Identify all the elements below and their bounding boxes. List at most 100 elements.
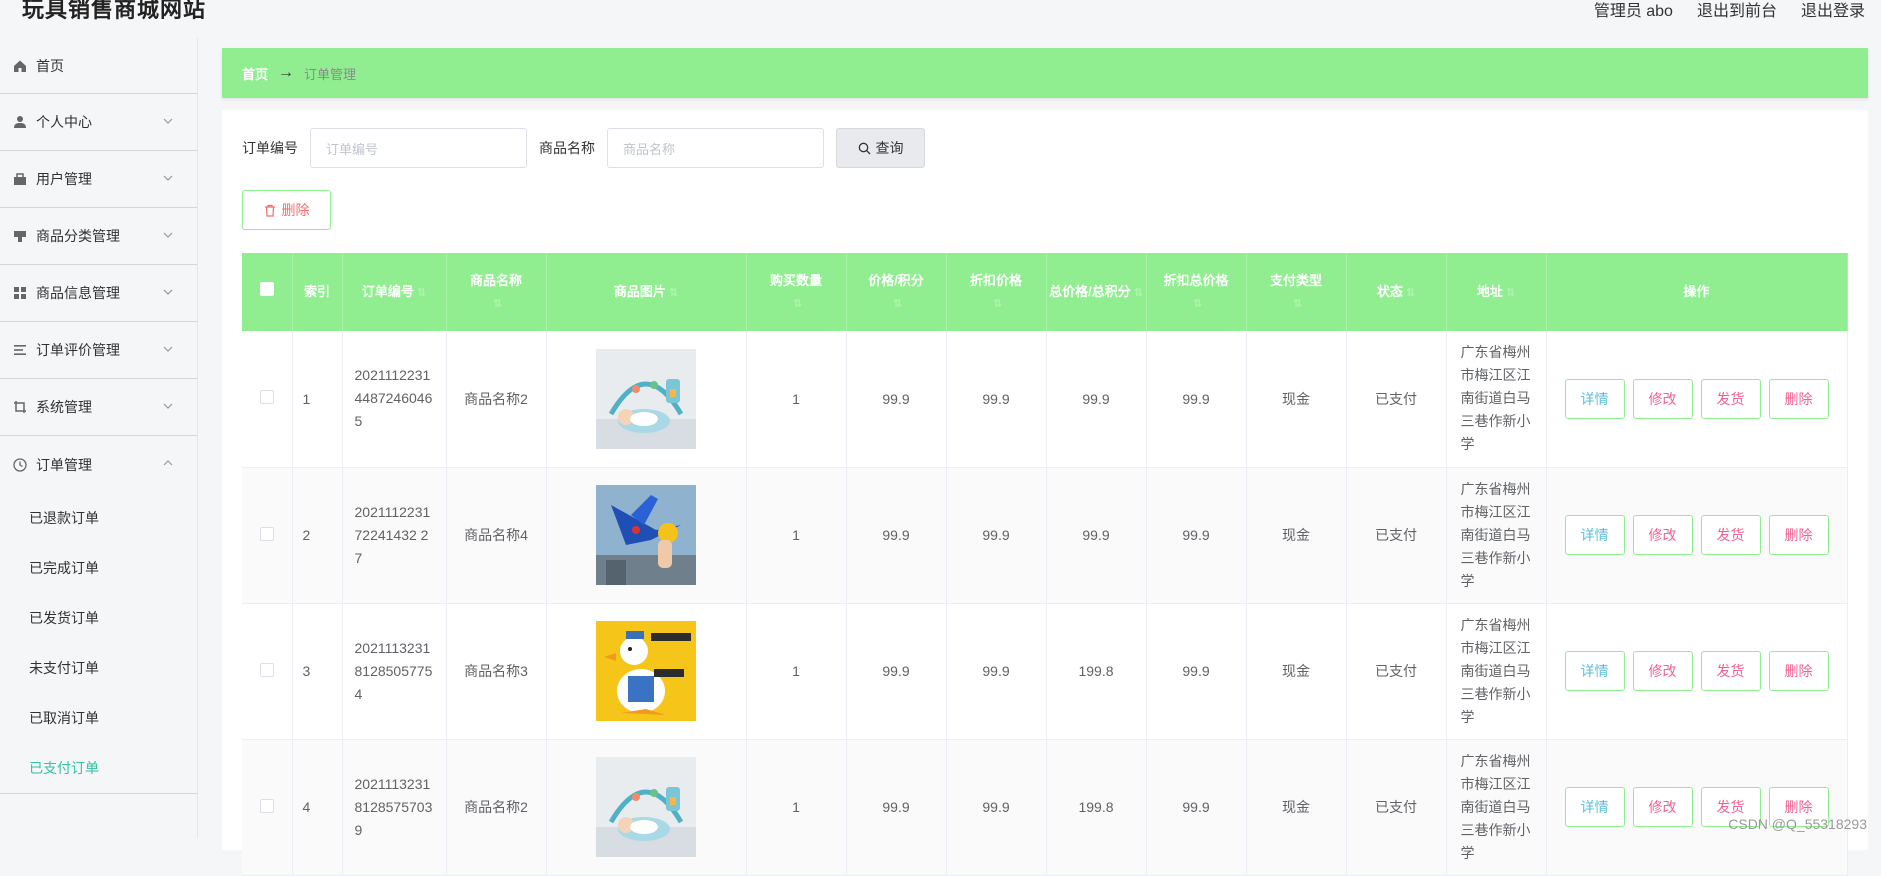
column-header[interactable]: 总价格/总积分⇅ (1046, 253, 1146, 331)
edit-button[interactable]: 修改 (1633, 379, 1693, 419)
discount-total-cell: 99.9 (1146, 467, 1246, 603)
order-no-input[interactable]: 订单编号 (310, 128, 527, 168)
sort-icon[interactable]: ⇅ (669, 287, 678, 299)
sort-icon[interactable]: ⇅ (417, 287, 426, 299)
row-checkbox[interactable] (260, 390, 274, 404)
product-name-cell: 商品名称3 (446, 603, 546, 739)
product-image (596, 485, 696, 585)
sidebar-item-user-management[interactable]: 用户管理 (0, 151, 197, 208)
address-cell: 广东省梅州市梅江区江南街道白马三巷作新小学 (1446, 331, 1546, 467)
column-header[interactable]: 支付类型⇅ (1246, 253, 1346, 331)
address-text: 广东省梅州市梅江区江南街道白马三巷作新小学 (1447, 341, 1546, 456)
table-row: 1 202111223144872460465 商品名称2 (242, 331, 1847, 467)
sort-icon[interactable]: ⇅ (493, 298, 502, 310)
product-name-input[interactable]: 商品名称 (607, 128, 824, 168)
delete-button[interactable]: 删除 (1769, 379, 1829, 419)
logout-link[interactable]: 退出登录 (1801, 0, 1865, 21)
sidebar-item-order-management[interactable]: 订单管理 (0, 436, 197, 493)
detail-button[interactable]: 详情 (1565, 651, 1625, 691)
query-button[interactable]: 查询 (836, 128, 925, 168)
row-checkbox[interactable] (260, 527, 274, 541)
total-cell: 199.8 (1046, 739, 1146, 875)
edit-button[interactable]: 修改 (1633, 651, 1693, 691)
pay-type-cell: 现金 (1246, 331, 1346, 467)
detail-button[interactable]: 详情 (1565, 515, 1625, 555)
sort-icon[interactable]: ⇅ (1506, 287, 1515, 299)
column-header[interactable]: 价格/积分⇅ (846, 253, 946, 331)
ship-button[interactable]: 发货 (1701, 379, 1761, 419)
home-icon (12, 58, 28, 74)
ship-button[interactable]: 发货 (1701, 515, 1761, 555)
column-header[interactable]: 地址⇅ (1446, 253, 1546, 331)
submenu-refunded-orders[interactable]: 已退款订单 (0, 493, 197, 543)
ship-button[interactable]: 发货 (1701, 651, 1761, 691)
row-checkbox[interactable] (260, 663, 274, 677)
detail-button[interactable]: 详情 (1565, 379, 1625, 419)
column-header[interactable]: 订单编号⇅ (342, 253, 446, 331)
sort-icon[interactable]: ⇅ (1193, 298, 1202, 310)
sidebar: 首页 个人中心 用户管理 商品分类管理 商品信息管理 订单评价管理 (0, 38, 198, 838)
operations-cell: 详情 修改 发货 删除 (1546, 603, 1847, 739)
row-select-cell[interactable] (242, 739, 292, 875)
row-checkbox[interactable] (260, 799, 274, 813)
sort-icon[interactable]: ⇅ (1134, 287, 1143, 299)
table-row: 3 202111323181285057754 商品名称3 (242, 603, 1847, 739)
product-image-cell (546, 739, 746, 875)
edit-button[interactable]: 修改 (1633, 515, 1693, 555)
clock-icon (12, 457, 28, 473)
detail-button[interactable]: 详情 (1565, 787, 1625, 827)
delete-button[interactable]: 删除 (1769, 651, 1829, 691)
sidebar-item-label: 个人中心 (36, 112, 92, 132)
edit-button[interactable]: 修改 (1633, 787, 1693, 827)
sort-icon[interactable]: ⇅ (893, 298, 902, 310)
select-all-cell[interactable] (242, 253, 292, 331)
pay-type-cell: 现金 (1246, 739, 1346, 875)
column-header[interactable]: 状态⇅ (1346, 253, 1446, 331)
search-icon (858, 142, 871, 155)
delete-button[interactable]: 删除 (1769, 515, 1829, 555)
row-select-cell[interactable] (242, 603, 292, 739)
search-form: 订单编号 订单编号 商品名称 商品名称 查询 (242, 128, 925, 168)
sort-icon[interactable]: ⇅ (993, 298, 1002, 310)
order-no-text: 202111223144872460465 (343, 364, 446, 433)
sort-icon[interactable]: ⇅ (793, 298, 802, 310)
sidebar-item-label: 商品信息管理 (36, 283, 120, 303)
submenu-unpaid-orders[interactable]: 未支付订单 (0, 643, 197, 693)
batch-delete-button[interactable]: 删除 (242, 190, 331, 230)
column-header[interactable]: 折扣价格⇅ (946, 253, 1046, 331)
submenu-shipped-orders[interactable]: 已发货订单 (0, 593, 197, 643)
total-cell: 99.9 (1046, 467, 1146, 603)
sidebar-item-system-management[interactable]: 系统管理 (0, 379, 197, 436)
sidebar-item-label: 用户管理 (36, 169, 92, 189)
site-title: 玩具销售商城网站 (22, 0, 206, 24)
submenu-cancelled-orders[interactable]: 已取消订单 (0, 693, 197, 743)
sort-icon[interactable]: ⇅ (1406, 287, 1415, 299)
breadcrumb-home[interactable]: 首页 (242, 64, 268, 83)
watermark: CSDN @Q_55318293 (1728, 816, 1867, 832)
exit-to-front-link[interactable]: 退出到前台 (1697, 0, 1777, 21)
order-no-cell: 202111223172241432 27 (342, 467, 446, 603)
column-header[interactable]: 索引 (292, 253, 342, 331)
column-header[interactable]: 商品图片⇅ (546, 253, 746, 331)
submenu-completed-orders[interactable]: 已完成订单 (0, 543, 197, 593)
row-select-cell[interactable] (242, 331, 292, 467)
operations-cell: 详情 修改 发货 删除 (1546, 467, 1847, 603)
address-text: 广东省梅州市梅江区江南街道白马三巷作新小学 (1447, 614, 1546, 729)
index-cell: 2 (292, 467, 342, 603)
orders-table: 索引 订单编号⇅ 商品名称⇅ 商品图片⇅ 购买数量⇅ 价格/积分⇅ 折扣价格⇅ … (242, 253, 1848, 876)
address-text: 广东省梅州市梅江区江南街道白马三巷作新小学 (1447, 750, 1546, 865)
pay-type-cell: 现金 (1246, 467, 1346, 603)
sidebar-item-home[interactable]: 首页 (0, 38, 197, 94)
sort-icon[interactable]: ⇅ (1293, 298, 1302, 310)
submenu-paid-orders[interactable]: 已支付订单 (0, 743, 197, 793)
sidebar-item-personal-center[interactable]: 个人中心 (0, 94, 197, 151)
sidebar-item-product-management[interactable]: 商品信息管理 (0, 265, 197, 322)
row-select-cell[interactable] (242, 467, 292, 603)
column-header[interactable]: 折扣总价格⇅ (1146, 253, 1246, 331)
discount-cell: 99.9 (946, 331, 1046, 467)
select-all-checkbox[interactable] (260, 282, 274, 296)
column-header[interactable]: 商品名称⇅ (446, 253, 546, 331)
sidebar-item-review-management[interactable]: 订单评价管理 (0, 322, 197, 379)
sidebar-item-category-management[interactable]: 商品分类管理 (0, 208, 197, 265)
column-header[interactable]: 购买数量⇅ (746, 253, 846, 331)
